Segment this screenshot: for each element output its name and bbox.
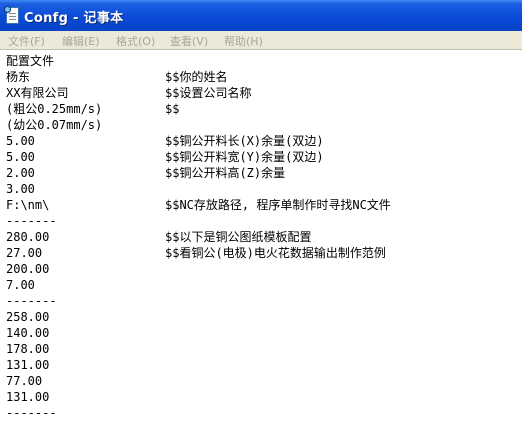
text-line-left: 77.00 <box>6 374 43 388</box>
text-line-left: 280.00 <box>6 230 50 244</box>
text-line-left: 2.00 <box>6 166 35 180</box>
text-line-left: (粗公0.25mm/s) <box>6 102 103 116</box>
text-line-left: 178.00 <box>6 342 50 356</box>
text-line-left: F:\nm\ <box>6 198 50 212</box>
text-line-comment: $$ <box>165 102 180 116</box>
text-line-comment: $$以下是铜公图纸模板配置 <box>165 230 312 244</box>
text-line-left: 5.00 <box>6 134 35 148</box>
text-line-left: 7.00 <box>6 278 35 292</box>
menu-help[interactable]: 帮助(H) <box>224 33 263 49</box>
text-line-left: 140.00 <box>6 326 50 340</box>
text-line-comment: $$铜公开料高(Z)余量 <box>165 166 286 180</box>
text-line-comment: $$设置公司名称 <box>165 86 252 100</box>
text-editor-area[interactable]: 配置文件杨东 $$你的姓名 XX有限公司 $$设置公司名称 (粗公0.25mm/s) $$… <box>0 50 522 448</box>
text-line-comment: $$铜公开料宽(Y)余量(双边) <box>165 150 324 164</box>
text-line-comment: $$看铜公(电极)电火花数据输出制作范例 <box>165 246 386 260</box>
text-line-left: 5.00 <box>6 150 35 164</box>
text-line-left: 27.00 <box>6 246 43 260</box>
text-line-comment: $$铜公开料长(X)余量(双边) <box>165 134 324 148</box>
notepad-icon[interactable] <box>4 6 19 24</box>
text-line-left: 131.00 <box>6 390 50 404</box>
menu-file[interactable]: 文件(F) <box>8 33 45 49</box>
text-line-left: 200.00 <box>6 262 50 276</box>
text-line-left: 3.00 <box>6 182 35 196</box>
text-line-left: (幼公0.07mm/s) <box>6 118 103 132</box>
menu-format[interactable]: 格式(O) <box>116 33 155 49</box>
text-line-left: 258.00 <box>6 310 50 324</box>
text-line-left: ------- <box>6 406 57 420</box>
notepad-window: Confg - 记事本 文件(F) 编辑(E) 格式(O) 查看(V) 帮助(H… <box>0 0 522 448</box>
text-line-left: ------- <box>6 294 57 308</box>
text-line-left: 杨东 <box>6 70 31 84</box>
text-line-comment: $$NC存放路径, 程序单制作时寻找NC文件 <box>165 198 391 212</box>
text-line-left: ------- <box>6 214 57 228</box>
text-line-left: 配置文件 <box>6 54 55 68</box>
menu-view[interactable]: 查看(V) <box>170 33 208 49</box>
title-bar[interactable]: Confg - 记事本 <box>0 0 522 31</box>
text-line-left: 131.00 <box>6 358 50 372</box>
text-line-left: XX有限公司 <box>6 86 69 100</box>
window-title: Confg - 记事本 <box>24 11 124 26</box>
menu-bar: 文件(F) 编辑(E) 格式(O) 查看(V) 帮助(H) <box>0 31 522 50</box>
menu-edit[interactable]: 编辑(E) <box>62 33 100 49</box>
text-line-comment: $$你的姓名 <box>165 70 228 84</box>
